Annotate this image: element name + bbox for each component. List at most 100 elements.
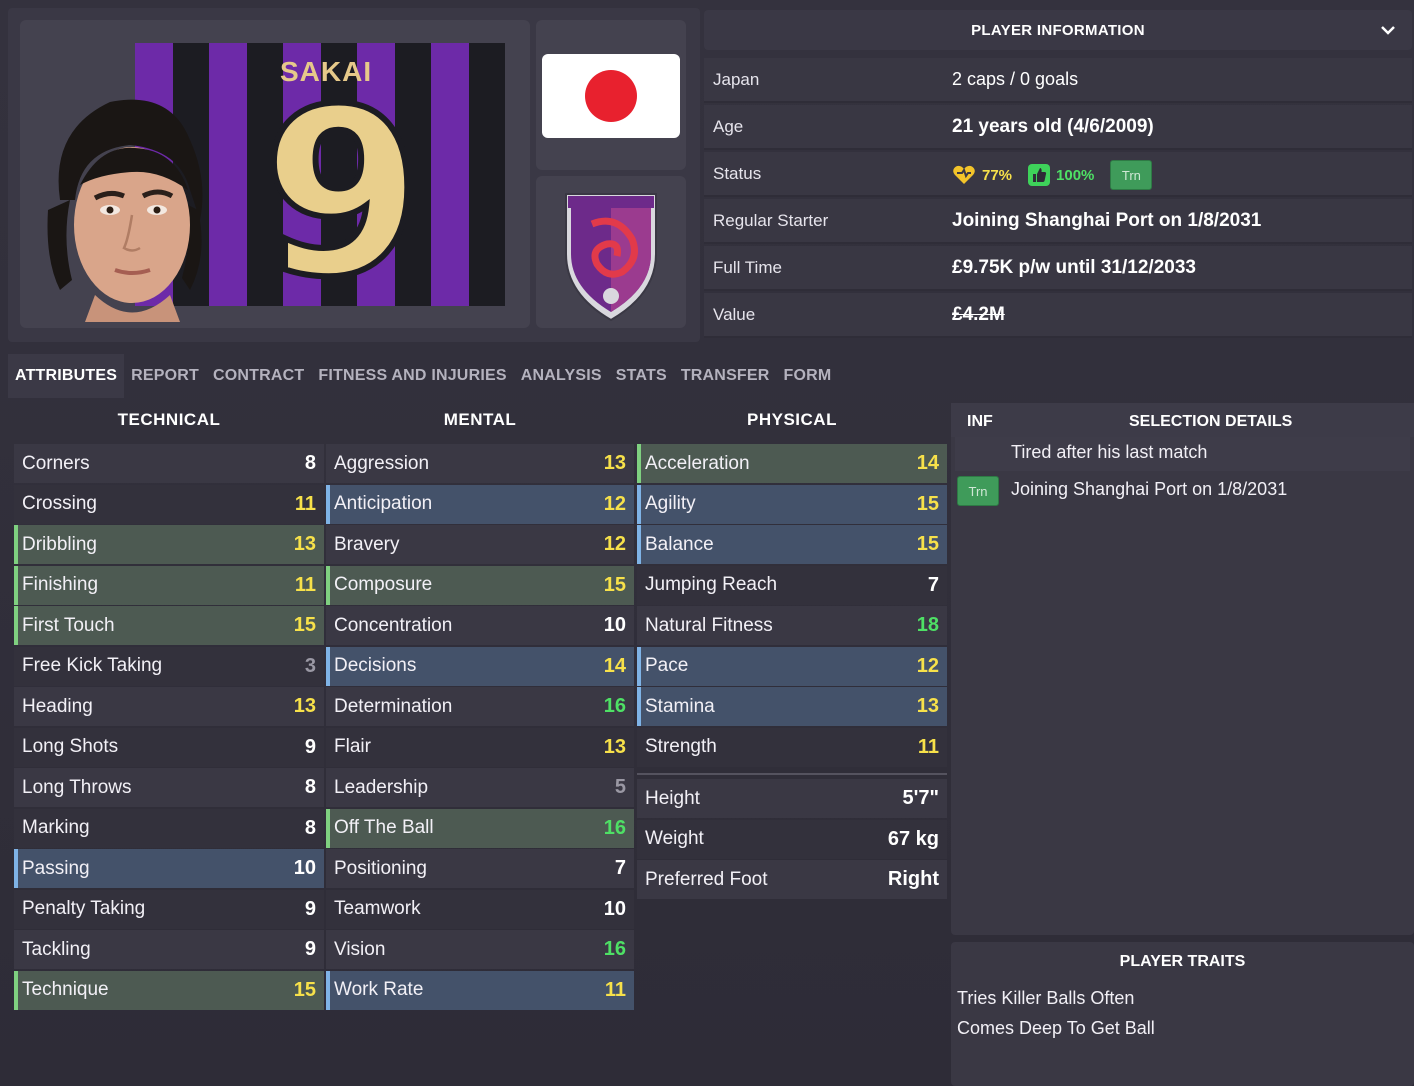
fitness-percent: 100% (1056, 166, 1095, 184)
selection-inf-label[interactable]: INF (967, 413, 993, 431)
attribute-name: Heading (22, 695, 93, 717)
attribute-row-leadership[interactable]: Leadership 5 (326, 768, 634, 807)
trait-item[interactable]: Tries Killer Balls Often (957, 988, 1134, 1009)
selection-text: Tired after his last match (1011, 442, 1208, 462)
attribute-name: Concentration (334, 614, 453, 636)
attribute-row-teamwork[interactable]: Teamwork 10 (326, 889, 634, 929)
attribute-row-marking[interactable]: Marking 8 (14, 808, 324, 848)
shirt-number: 9 (259, 61, 425, 328)
attribute-row-stamina[interactable]: Stamina 13 (637, 687, 947, 726)
attribute-value: 8 (304, 816, 316, 839)
attribute-name: Work Rate (334, 979, 424, 1000)
attribute-row-vision[interactable]: Vision 16 (326, 930, 634, 969)
info-label: Value (713, 305, 756, 324)
attribute-row-dribbling[interactable]: Dribbling 13 (14, 525, 324, 564)
info-row-status: Status 77% 100% Trn (704, 152, 1412, 197)
detail-value: 5'7" (902, 787, 939, 809)
attribute-row-positioning[interactable]: Positioning 7 (326, 849, 634, 888)
detail-name: Weight (645, 828, 704, 849)
tab-report[interactable]: REPORT (124, 354, 206, 398)
chevron-down-icon[interactable] (1378, 20, 1398, 40)
attribute-name: Anticipation (334, 493, 433, 514)
attribute-name: Natural Fitness (645, 614, 773, 636)
attribute-row-flair[interactable]: Flair 13 (326, 727, 634, 767)
attribute-name: Positioning (334, 857, 427, 879)
detail-value: 67 kg (887, 827, 939, 850)
attribute-row-bravery[interactable]: Bravery 12 (326, 525, 634, 564)
info-value[interactable]: Joining Shanghai Port on 1/8/2031 (952, 210, 1261, 232)
attribute-row-work-rate[interactable]: Work Rate 11 (326, 970, 634, 1010)
info-row-contract: Full Time £9.75K p/w until 31/12/2033 (704, 246, 1412, 291)
attribute-row-pace[interactable]: Pace 12 (637, 646, 947, 686)
attribute-row-acceleration[interactable]: Acceleration 14 (637, 444, 947, 483)
attribute-row-free-kick-taking[interactable]: Free Kick Taking 3 (14, 646, 324, 686)
attribute-row-corners[interactable]: Corners 8 (14, 444, 324, 483)
player-information-header[interactable]: PLAYER INFORMATION (704, 10, 1412, 50)
attribute-row-technique[interactable]: Technique 15 (14, 970, 324, 1010)
mental-title: MENTAL (443, 410, 517, 429)
player-traits-title: PLAYER TRAITS (1119, 953, 1246, 970)
attribute-value: 12 (603, 492, 626, 515)
attribute-value: 10 (603, 614, 626, 636)
attribute-row-penalty-taking[interactable]: Penalty Taking 9 (14, 889, 324, 929)
info-value: 2 caps / 0 goals (952, 69, 1079, 89)
attribute-name: Long Throws (22, 776, 132, 798)
attribute-value: 15 (293, 978, 316, 1001)
attribute-row-concentration[interactable]: Concentration 10 (326, 606, 634, 645)
tab-contract[interactable]: CONTRACT (206, 354, 311, 398)
attribute-name: Acceleration (645, 452, 750, 474)
attribute-row-jumping-reach[interactable]: Jumping Reach 7 (637, 565, 947, 605)
attribute-name: Free Kick Taking (22, 655, 163, 676)
attribute-value: 11 (604, 978, 626, 1001)
attribute-row-tackling[interactable]: Tackling 9 (14, 930, 324, 969)
attribute-row-natural-fitness[interactable]: Natural Fitness 18 (637, 606, 947, 645)
attribute-row-determination[interactable]: Determination 16 (326, 687, 634, 726)
attribute-row-agility[interactable]: Agility 15 (637, 484, 947, 524)
attribute-row-composure[interactable]: Composure 15 (326, 565, 634, 605)
tab-form[interactable]: FORM (777, 354, 839, 398)
attribute-row-strength[interactable]: Strength 11 (637, 727, 947, 767)
attribute-value: 7 (614, 857, 626, 879)
selection-details-title: SELECTION DETAILS (1129, 413, 1293, 430)
attribute-name: Leadership (334, 776, 429, 798)
attribute-name: Vision (334, 938, 386, 960)
tab-transfer[interactable]: TRANSFER (674, 354, 777, 398)
physical-divider (637, 773, 947, 775)
attribute-name: Off The Ball (334, 817, 434, 838)
transfer-status-badge[interactable]: Trn (957, 476, 999, 506)
attribute-row-long-shots[interactable]: Long Shots 9 (14, 727, 324, 767)
attribute-row-aggression[interactable]: Aggression 13 (326, 444, 634, 483)
attribute-name: Balance (645, 533, 714, 555)
attribute-name: Technique (22, 979, 109, 1000)
attribute-row-long-throws[interactable]: Long Throws 8 (14, 768, 324, 807)
attribute-row-passing[interactable]: Passing 10 (14, 849, 324, 888)
info-label: Full Time (713, 258, 782, 277)
attribute-row-off-the-ball[interactable]: Off The Ball 16 (326, 808, 634, 848)
trait-item[interactable]: Comes Deep To Get Ball (957, 1018, 1155, 1039)
attribute-value: 13 (603, 735, 626, 758)
tab-analysis[interactable]: ANALYSIS (514, 354, 609, 398)
attribute-name: Flair (334, 736, 371, 757)
detail-name: Preferred Foot (645, 868, 768, 890)
attribute-value: 8 (304, 452, 316, 474)
tab-stats[interactable]: STATS (609, 354, 674, 398)
attribute-row-balance[interactable]: Balance 15 (637, 525, 947, 564)
tab-attributes[interactable]: ATTRIBUTES (8, 354, 125, 398)
flag-sun (585, 70, 637, 122)
attribute-name: Pace (645, 655, 689, 676)
attribute-row-crossing[interactable]: Crossing 11 (14, 484, 324, 524)
kyoto-sanga-crest-icon (565, 193, 657, 322)
attribute-value: 13 (293, 695, 316, 717)
attribute-name: Long Shots (22, 736, 119, 757)
tab-fitness-and-injuries[interactable]: FITNESS AND INJURIES (311, 354, 513, 398)
transfer-status-badge[interactable]: Trn (1110, 160, 1153, 190)
thumbs-up-icon (1028, 164, 1051, 186)
attribute-row-first-touch[interactable]: First Touch 15 (14, 606, 324, 645)
attribute-value: 15 (916, 492, 939, 515)
attribute-row-finishing[interactable]: Finishing 11 (14, 565, 324, 605)
attribute-row-anticipation[interactable]: Anticipation 12 (326, 484, 634, 524)
attribute-row-decisions[interactable]: Decisions 14 (326, 646, 634, 686)
attribute-row-heading[interactable]: Heading 13 (14, 687, 324, 726)
selection-text: Joining Shanghai Port on 1/8/2031 (1011, 479, 1288, 499)
info-row-squad-status: Regular Starter Joining Shanghai Port on… (704, 199, 1412, 244)
